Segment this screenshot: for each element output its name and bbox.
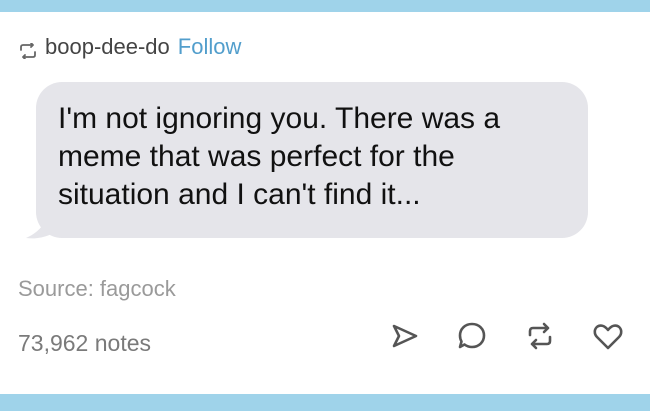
- like-icon[interactable]: [592, 320, 624, 352]
- reblog-icon: [18, 39, 38, 60]
- post-source[interactable]: Source: fagcock: [18, 276, 176, 302]
- post-header: boop-dee-do Follow: [18, 34, 241, 60]
- post-card: boop-dee-do Follow I'm not ignoring you.…: [0, 12, 650, 394]
- username-link[interactable]: boop-dee-do: [45, 34, 170, 60]
- share-icon[interactable]: [388, 320, 420, 352]
- message-bubble: I'm not ignoring you. There was a meme t…: [26, 82, 588, 239]
- reply-icon[interactable]: [456, 320, 488, 352]
- reblog-icon[interactable]: [524, 320, 556, 352]
- notes-count[interactable]: 73,962 notes: [18, 330, 151, 357]
- post-actions: [388, 320, 624, 352]
- message-text: I'm not ignoring you. There was a meme t…: [36, 82, 588, 238]
- follow-button[interactable]: Follow: [178, 34, 242, 60]
